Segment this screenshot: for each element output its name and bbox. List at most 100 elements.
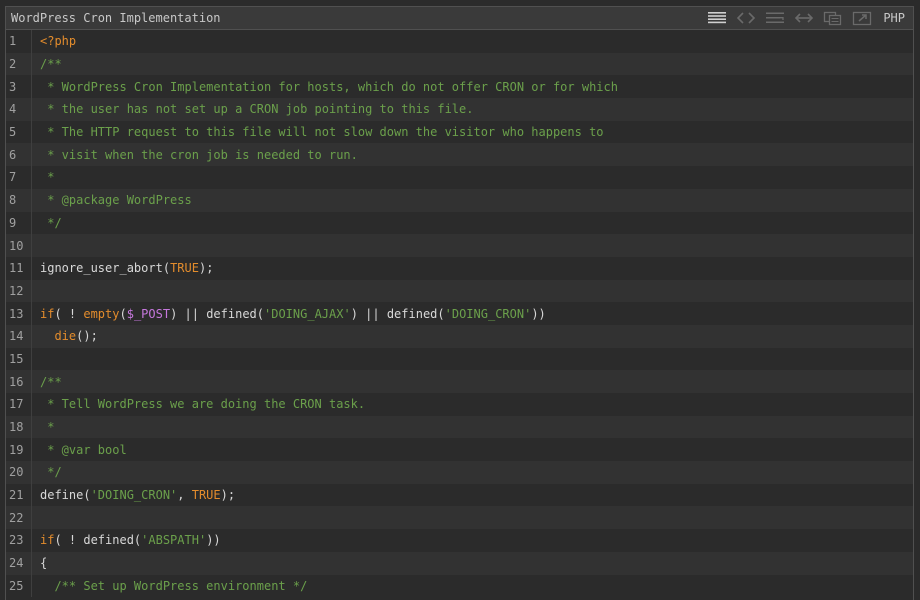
line-source: * @var bool	[40, 443, 126, 457]
line-source: * WordPress Cron Implementation for host…	[40, 80, 618, 94]
code-header: WordPress Cron Implementation PHP	[6, 7, 913, 30]
line-number: 22	[6, 506, 32, 530]
code-token: {	[40, 556, 48, 571]
line-source: * The HTTP request to this file will not…	[40, 125, 604, 140]
code-token: * visit when the cron job is needed to r…	[40, 147, 358, 162]
line-number: 15	[6, 347, 32, 371]
code-token: * The HTTP request to this file will not…	[40, 125, 604, 140]
code-token: (	[119, 306, 127, 321]
code-token: 'DOING_AJAX'	[264, 306, 351, 321]
code-line: 8 * @package WordPress	[6, 188, 913, 212]
code-line: 15	[6, 347, 913, 371]
code-line: 22	[6, 506, 913, 530]
expand-width-icon[interactable]	[793, 7, 815, 30]
code-token: ,	[177, 488, 192, 503]
code-lines: 1 <?php 2 /** 3 * WordPress Cron Implementat…	[6, 30, 913, 598]
line-number: 23	[6, 529, 32, 552]
line-source: /**	[40, 375, 62, 389]
line-number: 19	[6, 438, 32, 462]
code-token: ( !	[54, 306, 84, 321]
line-number: 11	[6, 256, 32, 280]
code-token: */	[40, 465, 62, 480]
code-line: 24 {	[6, 551, 913, 575]
wrap-lines-icon[interactable]	[764, 7, 786, 30]
code-line: 11 ignore_user_abort(TRUE);	[6, 256, 913, 280]
code-token: /**	[40, 57, 62, 72]
line-number: 4	[6, 98, 32, 121]
line-number: 6	[6, 143, 32, 167]
line-source: */	[40, 215, 62, 230]
code-line: 21 define('DOING_CRON', TRUE);	[6, 483, 913, 507]
line-number: 1	[6, 30, 32, 53]
line-number: 9	[6, 211, 32, 235]
line-number: 13	[6, 302, 32, 325]
code-token: ) || defined(	[350, 306, 445, 321]
code-token: TRUE	[191, 488, 221, 503]
code-line: 23 if( ! defined('ABSPATH'))	[6, 529, 913, 552]
line-source: * visit when the cron job is needed to r…	[40, 148, 358, 162]
line-number: 18	[6, 415, 32, 439]
line-number: 20	[6, 461, 32, 484]
code-token: ( ! defined(	[54, 533, 142, 548]
code-block: WordPress Cron Implementation PHP 1 <?ph…	[5, 6, 914, 600]
code-line: 12	[6, 279, 913, 303]
line-number: 16	[6, 370, 32, 393]
code-token: ignore_user_abort	[40, 261, 163, 276]
view-source-icon[interactable]	[706, 7, 728, 30]
code-line: 13 if( ! empty($_POST) || defined('DOING_…	[6, 302, 913, 325]
line-number: 21	[6, 483, 32, 507]
code-token: if	[40, 306, 55, 321]
line-source: if( ! empty($_POST) || defined('DOING_AJ…	[40, 307, 546, 321]
code-token: ();	[76, 329, 98, 344]
open-new-window-icon[interactable]	[851, 7, 873, 30]
embed-code-icon[interactable]	[735, 7, 757, 30]
code-line: 19 * @var bool	[6, 438, 913, 462]
code-line: 9 */	[6, 211, 913, 235]
line-source: <?php	[40, 34, 76, 48]
code-token: define(	[40, 488, 91, 503]
line-number: 12	[6, 279, 32, 303]
line-source: *	[40, 420, 54, 434]
line-number: 24	[6, 551, 32, 575]
code-toolbar: PHP	[699, 7, 913, 30]
code-line: 25 /** Set up WordPress environment */	[6, 574, 913, 598]
line-source: */	[40, 465, 62, 480]
line-source: * the user has not set up a CRON job poi…	[40, 102, 473, 116]
code-token: */	[40, 215, 62, 230]
code-line: 2 /**	[6, 52, 913, 76]
code-token: die	[54, 329, 77, 344]
line-source: ignore_user_abort(TRUE);	[40, 261, 213, 275]
line-number: 5	[6, 120, 32, 144]
line-number: 10	[6, 234, 32, 257]
code-token: ) || defined(	[170, 306, 264, 321]
code-token: * Tell WordPress we are doing the CRON t…	[40, 397, 366, 412]
code-token: );	[220, 488, 236, 503]
code-line: 16 /**	[6, 370, 913, 393]
line-source: * Tell WordPress we are doing the CRON t…	[40, 397, 365, 411]
line-number: 14	[6, 324, 32, 348]
code-token: <?php	[40, 34, 77, 49]
line-source: * @package WordPress	[40, 193, 192, 207]
line-number: 7	[6, 166, 32, 189]
code-token: if	[40, 533, 55, 548]
code-token: 'DOING_CRON'	[90, 488, 178, 503]
line-number: 3	[6, 75, 32, 99]
code-line: 20 */	[6, 461, 913, 484]
line-source: {	[40, 556, 47, 570]
line-number: 25	[6, 574, 32, 598]
line-source: /** Set up WordPress environment */	[40, 579, 307, 593]
code-line: 14 die();	[6, 324, 913, 348]
line-source: if( ! defined('ABSPATH'))	[40, 533, 221, 547]
code-token: 'DOING_CRON'	[444, 306, 532, 321]
code-line: 5 * The HTTP request to this file will n…	[6, 120, 913, 144]
code-token: /**	[40, 374, 62, 389]
code-token: $_POST	[126, 306, 171, 321]
copy-icon[interactable]	[822, 7, 844, 30]
code-token: 'ABSPATH'	[141, 533, 207, 548]
code-token: ))	[206, 533, 221, 548]
code-line: 4 * the user has not set up a CRON job p…	[6, 98, 913, 121]
code-title: WordPress Cron Implementation	[11, 11, 221, 25]
code-line: 6 * visit when the cron job is needed to…	[6, 143, 913, 167]
code-token: /** Set up WordPress environment */	[54, 578, 308, 593]
